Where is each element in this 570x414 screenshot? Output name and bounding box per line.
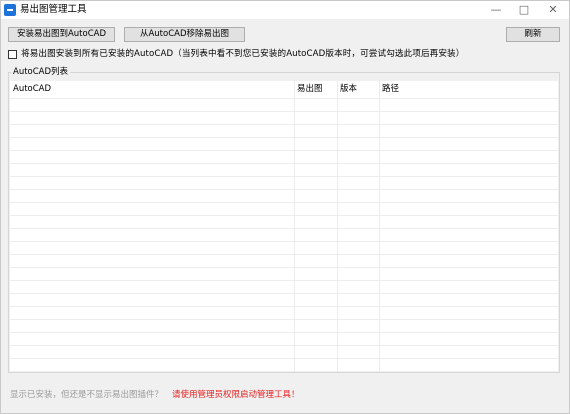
table-row-line — [10, 267, 558, 268]
main-window: 易出图管理工具 — □ ✕ 安装易出图到AutoCAD 从AutoCAD移除易出… — [0, 0, 570, 414]
close-button[interactable]: ✕ — [539, 1, 567, 19]
refresh-button[interactable]: 刷新 — [506, 27, 560, 42]
table-row-line — [10, 358, 558, 359]
autocad-list-table[interactable]: AutoCAD 易出图 版本 路径 — [10, 81, 558, 371]
table-row-line — [10, 137, 558, 138]
maximize-button[interactable]: □ — [510, 1, 538, 19]
column-header-yichutu[interactable]: 易出图 — [294, 81, 337, 98]
table-header: AutoCAD 易出图 版本 路径 — [10, 81, 558, 98]
table-row-line — [10, 176, 558, 177]
title-bar[interactable]: 易出图管理工具 — □ ✕ — [1, 1, 569, 19]
install-all-checkbox[interactable] — [8, 50, 17, 59]
table-row-line — [10, 241, 558, 242]
table-row-line — [10, 345, 558, 346]
install-button[interactable]: 安装易出图到AutoCAD — [8, 27, 115, 42]
column-header-version[interactable]: 版本 — [337, 81, 379, 98]
app-window-icon — [4, 4, 16, 16]
table-row-line — [10, 163, 558, 164]
table-row-line — [10, 319, 558, 320]
table-row-line — [10, 150, 558, 151]
table-row-line — [10, 306, 558, 307]
install-all-label[interactable]: 将易出图安装到所有已安装的AutoCAD（当列表中看不到您已安装的AutoCAD… — [21, 48, 464, 61]
column-header-autocad[interactable]: AutoCAD — [10, 81, 294, 98]
table-row-line — [10, 189, 558, 190]
remove-button[interactable]: 从AutoCAD移除易出图 — [124, 27, 245, 42]
table-row-line — [10, 254, 558, 255]
table-row-line — [10, 332, 558, 333]
window-title: 易出图管理工具 — [20, 4, 87, 15]
table-row-line — [10, 280, 558, 281]
table-row-line — [10, 98, 558, 99]
admin-warning-text: 请使用管理员权限启动管理工具！ — [172, 390, 300, 400]
table-row-line — [10, 293, 558, 294]
column-header-path[interactable]: 路径 — [379, 81, 558, 98]
table-row-line — [10, 124, 558, 125]
table-row-line — [10, 215, 558, 216]
autocad-list-title: AutoCAD列表 — [11, 66, 71, 78]
minimize-button[interactable]: — — [482, 1, 510, 19]
help-note-link[interactable]: 显示已安装，但还是不显示易出图插件？ — [10, 389, 163, 401]
table-row-line — [10, 111, 558, 112]
table-row-line — [10, 202, 558, 203]
table-row-line — [10, 228, 558, 229]
table-rows — [10, 98, 558, 371]
